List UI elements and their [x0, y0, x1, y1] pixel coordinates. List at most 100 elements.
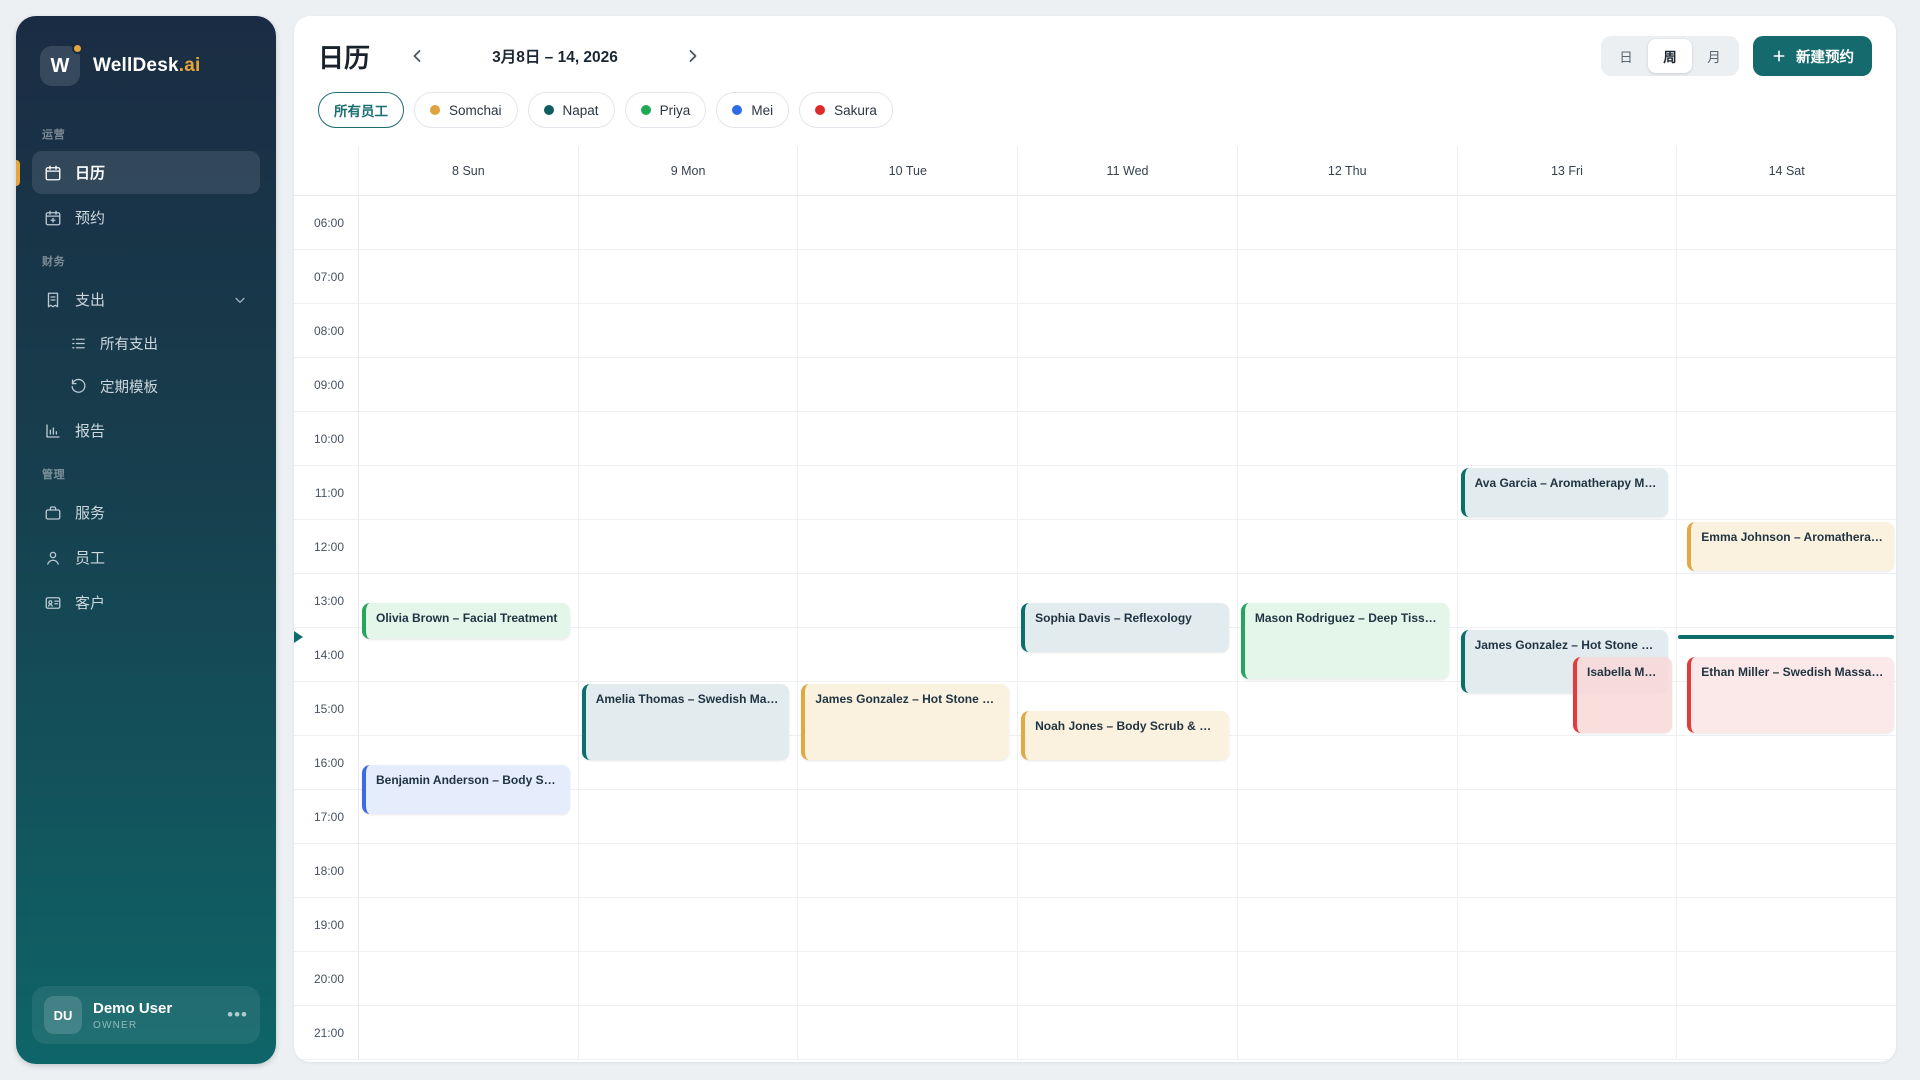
day-gridline — [1457, 196, 1458, 1060]
avatar: DU — [44, 996, 82, 1034]
view-option-日[interactable]: 日 — [1604, 39, 1648, 73]
chevron-down-icon-slot[interactable] — [232, 292, 248, 308]
user-name: Demo User — [93, 1000, 172, 1017]
sidebar-subitem-定期模板[interactable]: 定期模板 — [58, 366, 260, 407]
hour-gridline — [294, 843, 1896, 844]
calendar-event[interactable]: Amelia Thomas – Swedish Mas… — [582, 684, 790, 760]
day-header-9-mon: 9 Mon — [578, 146, 798, 195]
date-navigation: 3月8日 – 14, 2026 — [400, 39, 710, 73]
calendar-event[interactable]: Sophia Davis – Reflexology — [1021, 603, 1229, 652]
sidebar-item-员工[interactable]: 员工 — [32, 536, 260, 579]
time-label-17:00: 17:00 — [294, 810, 344, 824]
app-name: WellDesk.ai — [93, 55, 200, 77]
day-header-14-sat: 14 Sat — [1676, 146, 1896, 195]
calendar-event[interactable]: Mason Rodriguez – Deep Tissu… — [1241, 603, 1449, 679]
calendar-week-view: 8 Sun9 Mon10 Tue11 Wed12 Thu13 Fri14 Sat… — [294, 146, 1896, 1060]
refresh-icon — [70, 378, 87, 395]
hour-gridline — [294, 519, 1896, 520]
logo-tile: W — [40, 46, 80, 86]
time-label-06:00: 06:00 — [294, 216, 344, 230]
time-label-11:00: 11:00 — [294, 486, 344, 500]
new-booking-button[interactable]: 新建预约 — [1753, 36, 1872, 76]
day-header-11-wed: 11 Wed — [1017, 146, 1237, 195]
app-name-suffix: .ai — [179, 55, 201, 76]
user-role: OWNER — [93, 1020, 172, 1031]
logo-letter: W — [51, 55, 70, 78]
hour-gridline — [294, 1059, 1896, 1060]
time-gutter-header — [294, 146, 358, 195]
day-header-10-tue: 10 Tue — [797, 146, 1017, 195]
sidebar-nav: 运营日历预约财务支出所有支出定期模板报告管理服务员工客户 — [32, 112, 260, 626]
calendar-event[interactable]: Benjamin Anderson – Body Scr… — [362, 765, 570, 814]
time-label-09:00: 09:00 — [294, 378, 344, 392]
view-option-月[interactable]: 月 — [1692, 39, 1736, 73]
sidebar-item-支出[interactable]: 支出 — [32, 278, 260, 321]
calendar-day-headers: 8 Sun9 Mon10 Tue11 Wed12 Thu13 Fri14 Sat — [294, 146, 1896, 196]
day-gridline — [1676, 196, 1677, 1060]
next-week-button[interactable] — [676, 39, 710, 73]
staff-color-dot — [544, 105, 554, 115]
calendar-event[interactable]: Olivia Brown – Facial Treatment — [362, 603, 570, 639]
hour-gridline — [294, 357, 1896, 358]
sidebar-item-报告[interactable]: 报告 — [32, 409, 260, 452]
time-label-12:00: 12:00 — [294, 540, 344, 554]
chevron-right-icon — [683, 46, 703, 66]
day-gridline — [1017, 196, 1018, 1060]
hour-gridline — [294, 411, 1896, 412]
filter-chip-mei[interactable]: Mei — [716, 92, 789, 128]
hour-gridline — [294, 573, 1896, 574]
calendar-event[interactable]: Ethan Miller – Swedish Massage — [1687, 657, 1894, 733]
day-header-13-fri: 13 Fri — [1457, 146, 1677, 195]
calendar-grid[interactable]: 06:0007:0008:0009:0010:0011:0012:0013:00… — [294, 196, 1896, 1060]
sidebar-item-服务[interactable]: 服务 — [32, 491, 260, 534]
chevron-down-icon — [232, 292, 248, 308]
date-range-label: 3月8日 – 14, 2026 — [462, 45, 648, 67]
time-label-13:00: 13:00 — [294, 594, 344, 608]
calendar-event[interactable]: Noah Jones – Body Scrub & Wr… — [1021, 711, 1229, 760]
view-option-周[interactable]: 周 — [1648, 39, 1692, 73]
hour-gridline — [294, 1005, 1896, 1006]
filter-chip-priya[interactable]: Priya — [625, 92, 707, 128]
sidebar-item-预约[interactable]: 预约 — [32, 196, 260, 239]
active-indicator — [16, 160, 20, 186]
prev-week-button[interactable] — [400, 39, 434, 73]
sidebar-item-日历[interactable]: 日历 — [32, 151, 260, 194]
user-icon — [44, 549, 62, 567]
sidebar-subitem-所有支出[interactable]: 所有支出 — [58, 323, 260, 364]
bar-chart-icon — [44, 422, 62, 440]
staff-color-dot — [732, 105, 742, 115]
sidebar-section-label: 财务 — [42, 253, 250, 269]
time-label-16:00: 16:00 — [294, 756, 344, 770]
sidebar: W WellDesk.ai 运营日历预约财务支出所有支出定期模板报告管理服务员工… — [16, 16, 276, 1064]
id-card-icon — [44, 594, 62, 612]
sidebar-section-label: 管理 — [42, 466, 250, 482]
app-logo: W WellDesk.ai — [32, 40, 260, 112]
time-label-19:00: 19:00 — [294, 918, 344, 932]
filter-chip-somchai[interactable]: Somchai — [414, 92, 518, 128]
calendar-event[interactable]: James Gonzalez – Hot Stone M… — [801, 684, 1009, 760]
page-title: 日历 — [318, 38, 370, 75]
staff-color-dot — [430, 105, 440, 115]
new-booking-label: 新建预约 — [1796, 46, 1854, 67]
staff-color-dot — [641, 105, 651, 115]
calendar-plus-icon — [44, 209, 62, 227]
sidebar-item-客户[interactable]: 客户 — [32, 581, 260, 624]
calendar-event[interactable]: Isabella Ma… — [1573, 657, 1672, 733]
filter-chip-all-staff[interactable]: 所有员工 — [318, 92, 404, 128]
time-label-21:00: 21:00 — [294, 1026, 344, 1040]
calendar-event[interactable]: Ava Garcia – Aromatherapy Ma… — [1461, 468, 1669, 517]
user-menu-icon[interactable]: ••• — [227, 1005, 248, 1025]
current-time-marker-icon — [294, 631, 303, 643]
staff-filter-row: 所有员工 Somchai Napat PriyaMei Sakura — [318, 92, 1872, 128]
user-card[interactable]: DU Demo User OWNER ••• — [32, 986, 260, 1044]
calendar-event[interactable]: Emma Johnson – Aromatherap… — [1687, 522, 1894, 571]
plus-icon — [1771, 48, 1787, 64]
chevron-left-icon — [407, 46, 427, 66]
filter-chip-sakura[interactable]: Sakura — [799, 92, 893, 128]
time-label-14:00: 14:00 — [294, 648, 344, 662]
time-label-15:00: 15:00 — [294, 702, 344, 716]
staff-color-dot — [815, 105, 825, 115]
filter-chip-napat[interactable]: Napat — [528, 92, 615, 128]
day-header-12-thu: 12 Thu — [1237, 146, 1457, 195]
day-gridline — [1237, 196, 1238, 1060]
